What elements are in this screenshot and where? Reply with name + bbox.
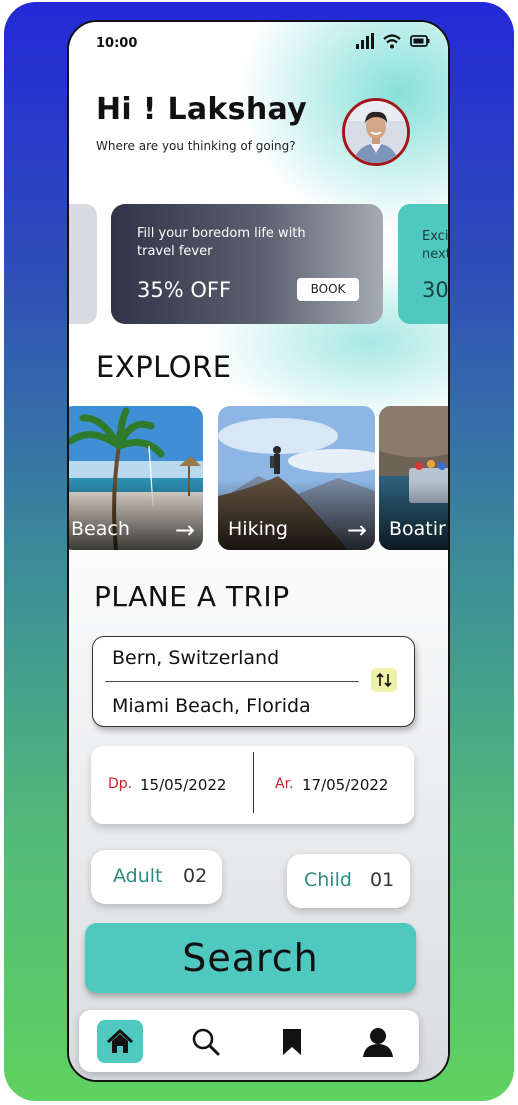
- phone-screen: 10:00 Hi ! Lakshay Where are you thinkin…: [67, 20, 450, 1082]
- explore-tile-boating[interactable]: Boatir: [379, 406, 448, 550]
- nav-home[interactable]: [97, 1020, 143, 1063]
- adult-count: 02: [183, 865, 208, 887]
- promo-next-text: Exci next: [422, 229, 450, 262]
- greeting-subtitle: Where are you thinking of going?: [96, 139, 296, 153]
- explore-carousel[interactable]: Beach → Hiking → Boatir: [69, 406, 448, 550]
- route-divider: [105, 681, 359, 682]
- battery-icon: [410, 35, 430, 47]
- child-selector[interactable]: Child 01: [287, 854, 410, 908]
- wifi-icon: [383, 33, 401, 48]
- home-icon: [106, 1029, 134, 1053]
- promo-discount: 35% OFF: [137, 278, 232, 302]
- tile-label: Boatir: [389, 518, 446, 540]
- explore-tile-beach[interactable]: Beach →: [69, 406, 203, 550]
- avatar-photo: [345, 101, 407, 163]
- nav-bookmark[interactable]: [269, 1020, 315, 1063]
- profile-icon: [363, 1027, 393, 1057]
- tile-label: Beach: [71, 518, 130, 540]
- departure-label: Dp.: [108, 776, 133, 792]
- from-field[interactable]: Bern, Switzerland: [112, 647, 279, 669]
- nav-profile[interactable]: [355, 1020, 401, 1063]
- route-box: Bern, Switzerland Miami Beach, Florida: [92, 636, 415, 727]
- arrival-date[interactable]: 17/05/2022: [302, 776, 388, 794]
- explore-title: EXPLORE: [96, 350, 232, 384]
- to-field[interactable]: Miami Beach, Florida: [112, 695, 311, 717]
- status-icons: [356, 33, 430, 49]
- promo-text: Fill your boredom life with travel fever: [137, 226, 306, 259]
- bookmark-icon: [283, 1028, 301, 1055]
- explore-tile-hiking[interactable]: Hiking →: [218, 406, 375, 550]
- nav-search[interactable]: [183, 1020, 229, 1063]
- child-count: 01: [370, 869, 395, 891]
- promo-card-next[interactable]: Exci next 30: [398, 204, 450, 324]
- departure-date[interactable]: 15/05/2022: [140, 776, 226, 794]
- status-time: 10:00: [96, 36, 138, 51]
- promo-card[interactable]: Fill your boredom life with travel fever…: [111, 204, 383, 324]
- avatar[interactable]: [342, 98, 410, 166]
- tile-label: Hiking: [228, 518, 288, 540]
- arrow-right-icon[interactable]: →: [347, 516, 367, 544]
- date-divider: [253, 752, 254, 813]
- adult-selector[interactable]: Adult 02: [91, 850, 222, 904]
- book-button[interactable]: BOOK: [297, 278, 359, 301]
- screen-background: [69, 22, 448, 1080]
- swap-button[interactable]: [371, 668, 397, 692]
- arrival-label: Ar.: [275, 776, 294, 792]
- search-button[interactable]: Search: [85, 923, 416, 993]
- plan-trip-title: PLANE A TRIP: [94, 580, 290, 613]
- greeting-title: Hi ! Lakshay: [96, 92, 307, 127]
- promo-card-previous[interactable]: [69, 204, 97, 324]
- signal-icon: [356, 33, 374, 49]
- promo-carousel[interactable]: Fill your boredom life with travel fever…: [69, 204, 450, 326]
- swap-icon: [376, 672, 392, 688]
- bottom-nav: [79, 1010, 419, 1072]
- adult-label: Adult: [113, 865, 163, 887]
- promo-next-discount: 30: [422, 278, 449, 302]
- date-box: Dp. 15/05/2022 Ar. 17/05/2022: [91, 746, 414, 824]
- arrow-right-icon[interactable]: →: [175, 516, 195, 544]
- search-icon: [192, 1028, 220, 1055]
- child-label: Child: [304, 869, 352, 891]
